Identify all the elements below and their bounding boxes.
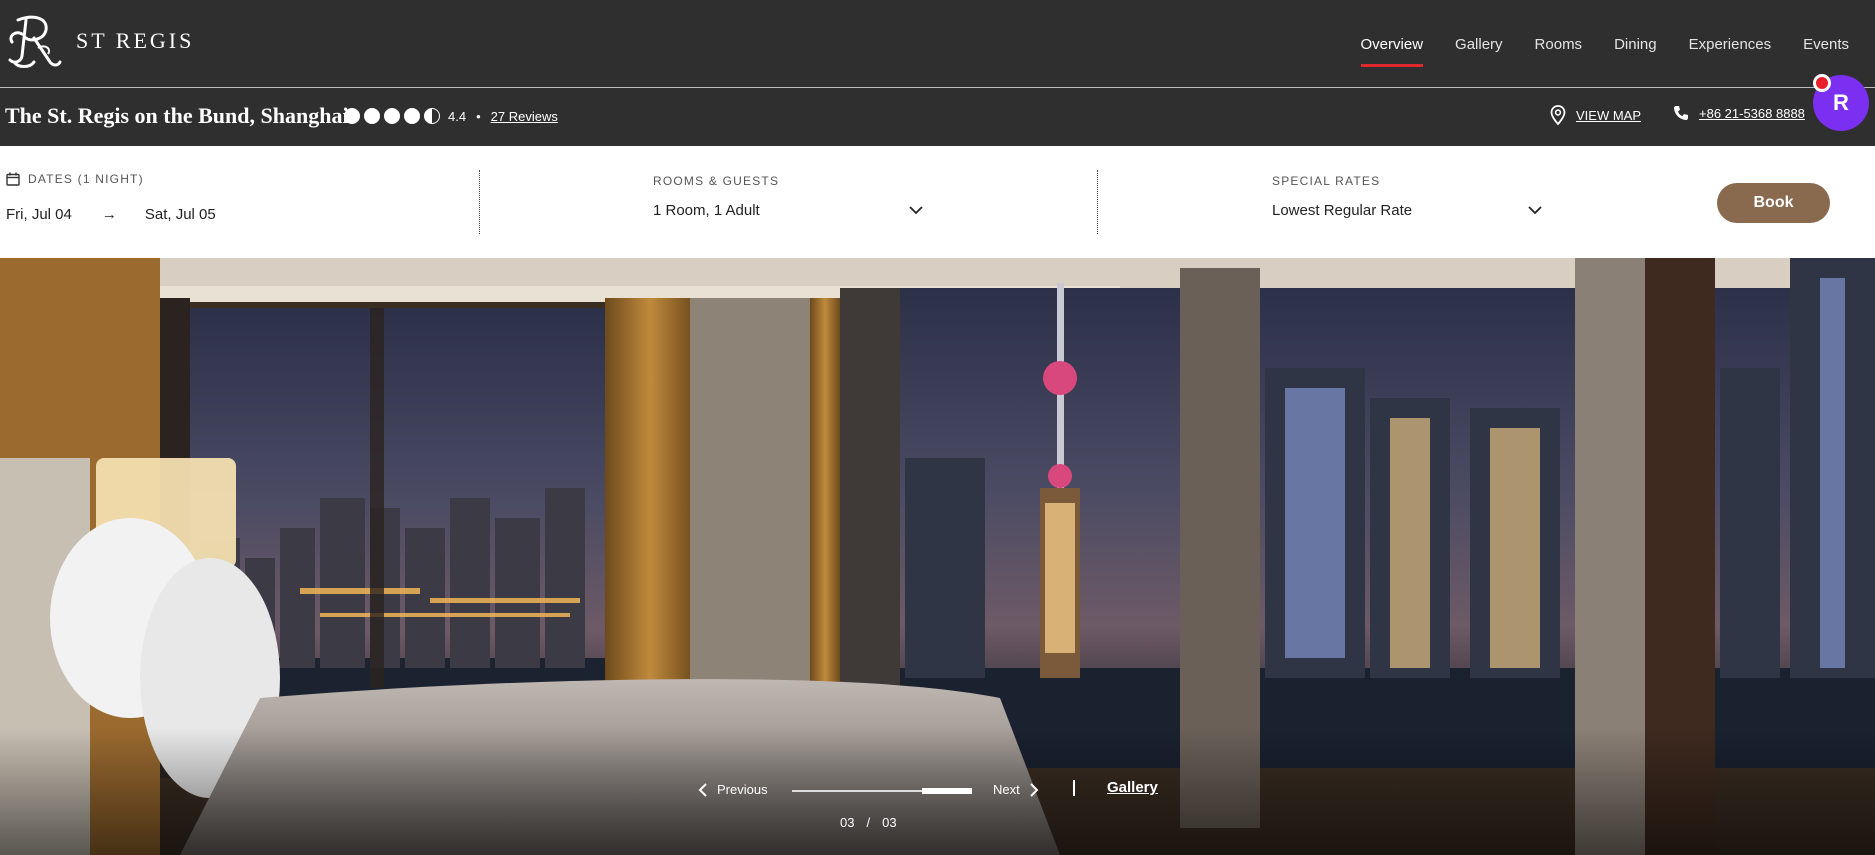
field-divider <box>479 170 480 234</box>
view-map-link[interactable]: VIEW MAP <box>1550 105 1641 125</box>
dates-field[interactable]: DATES (1 NIGHT) Fri, Jul 04 → Sat, Jul 0… <box>6 172 216 223</box>
carousel-controls: Previous Next Gallery 03 / 03 <box>0 778 1875 855</box>
brand-logo[interactable]: ST REGIS <box>4 12 194 70</box>
location-pin-icon <box>1550 105 1566 125</box>
phone-link[interactable]: +86 21-5368 8888 <box>1673 105 1805 121</box>
carousel-progress-fill <box>922 788 972 794</box>
hotel-name: The St. Regis on the Bund, Shanghai <box>5 103 349 128</box>
carousel-progress[interactable] <box>792 788 972 794</box>
special-rates-field[interactable]: SPECIAL RATES Lowest Regular Rate <box>1272 172 1542 219</box>
hero-image <box>0 258 1875 855</box>
phone-icon <box>1674 106 1688 120</box>
rating-dot-full <box>404 108 420 124</box>
rating-dot-full <box>384 108 400 124</box>
gallery-link[interactable]: Gallery <box>1107 779 1158 796</box>
field-divider <box>1097 170 1098 234</box>
chevron-down-icon <box>909 206 923 215</box>
calendar-icon <box>6 172 20 186</box>
rooms-guests-field[interactable]: ROOMS & GUESTS 1 Room, 1 Adult <box>653 172 923 219</box>
room-skyline-photo <box>0 258 1875 855</box>
chevron-right-icon <box>1030 782 1039 797</box>
reviews-link[interactable]: 27 Reviews <box>491 109 558 124</box>
nav-experiences[interactable]: Experiences <box>1689 32 1772 57</box>
rooms-guests-value: 1 Room, 1 Adult <box>653 202 760 219</box>
slide-separator: / <box>866 815 871 830</box>
carousel-separator <box>1073 780 1075 796</box>
rating-dot-full <box>364 108 380 124</box>
slide-total: 03 <box>882 815 897 830</box>
special-rates-label: SPECIAL RATES <box>1272 174 1381 188</box>
rating-dot-half <box>424 108 440 124</box>
rating: 4.4 • 27 Reviews <box>344 108 558 124</box>
next-label: Next <box>993 782 1020 797</box>
nav-dining[interactable]: Dining <box>1614 32 1657 57</box>
nav-gallery[interactable]: Gallery <box>1455 32 1503 57</box>
slide-counter: 03 / 03 <box>840 815 897 830</box>
check-out-date[interactable]: Sat, Jul 05 <box>145 206 216 223</box>
rating-value: 4.4 <box>448 108 467 124</box>
st-regis-monogram-icon <box>8 15 62 68</box>
date-arrow: → <box>101 206 117 223</box>
phone-number: +86 21-5368 8888 <box>1699 105 1805 121</box>
top-navigation: ST REGIS Overview Gallery Rooms Dining E… <box>0 0 1875 88</box>
special-rates-select[interactable]: Lowest Regular Rate <box>1272 202 1542 219</box>
rooms-guests-label: ROOMS & GUESTS <box>653 174 780 188</box>
check-in-date[interactable]: Fri, Jul 04 <box>6 206 72 223</box>
book-button[interactable]: Book <box>1717 183 1830 223</box>
booking-bar: DATES (1 NIGHT) Fri, Jul 04 → Sat, Jul 0… <box>0 146 1875 258</box>
rating-separator: • <box>476 108 481 124</box>
next-button[interactable]: Next <box>993 782 1039 797</box>
chevron-down-icon <box>1528 206 1542 215</box>
nav-overview[interactable]: Overview <box>1360 32 1423 67</box>
assistant-notification-badge <box>1813 74 1831 92</box>
special-rates-value: Lowest Regular Rate <box>1272 202 1413 219</box>
slide-current: 03 <box>840 815 855 830</box>
previous-button[interactable]: Previous <box>698 782 768 797</box>
rating-dot-full <box>344 108 360 124</box>
dates-label: DATES (1 NIGHT) <box>28 172 144 186</box>
rooms-guests-select[interactable]: 1 Room, 1 Adult <box>653 202 923 219</box>
main-nav: Overview Gallery Rooms Dining Experience… <box>1360 0 1849 88</box>
hotel-info-bar: The St. Regis on the Bund, Shanghai 4.4 … <box>0 88 1875 146</box>
view-map-label: VIEW MAP <box>1576 107 1642 123</box>
previous-label: Previous <box>717 782 768 797</box>
chevron-left-icon <box>698 782 707 797</box>
assistant-letter: R <box>1833 90 1849 115</box>
brand-wordmark: ST REGIS <box>76 28 195 53</box>
nav-events[interactable]: Events <box>1803 32 1849 57</box>
nav-rooms[interactable]: Rooms <box>1535 32 1583 57</box>
